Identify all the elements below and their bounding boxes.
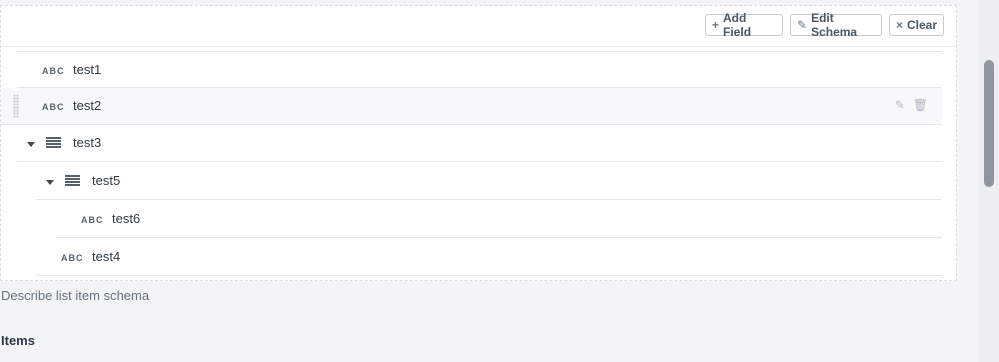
schema-field-row[interactable]: test5 [36,163,942,200]
list-type-icon [46,137,61,149]
field-name: test4 [92,249,121,264]
field-name: test6 [112,211,141,226]
scrollbar-thumb[interactable] [984,60,994,187]
list-type-icon [65,175,80,187]
schema-editor-panel: + Add Field ✎ Edit Schema × Clear ABC te… [0,5,957,281]
row-actions: ✎ 🗑 [895,98,928,112]
pencil-icon: ✎ [797,18,808,32]
collapse-caret-icon[interactable] [27,142,35,147]
field-name: test5 [92,173,121,188]
close-icon: × [895,18,903,32]
text-type-icon: ABC [42,102,65,112]
schema-description: Describe list item schema [1,288,150,303]
clear-button[interactable]: × Clear [889,14,944,36]
items-heading: Items [1,333,35,348]
field-name: test2 [73,98,102,113]
schema-toolbar: + Add Field ✎ Edit Schema × Clear [1,6,956,47]
text-type-icon: ABC [61,253,84,263]
add-field-button[interactable]: + Add Field [705,11,783,39]
field-name: test1 [73,62,102,77]
clear-label: Clear [907,18,938,32]
schema-field-row[interactable]: test3 [17,125,942,162]
schema-field-row[interactable]: ABC test1 [17,51,942,88]
edit-schema-button[interactable]: ✎ Edit Schema [790,11,882,39]
edit-schema-label: Edit Schema [811,11,858,39]
text-type-icon: ABC [42,66,65,76]
collapse-caret-icon[interactable] [46,180,54,185]
delete-field-icon[interactable]: 🗑 [913,98,928,112]
schema-field-row[interactable]: ABC test6 [56,201,942,238]
drag-handle-icon[interactable] [13,94,19,118]
edit-field-icon[interactable]: ✎ [895,98,905,112]
schema-field-row[interactable]: ABC test4 [36,239,942,276]
text-type-icon: ABC [81,215,104,225]
schema-field-row[interactable]: ABC test2 ✎ 🗑 [1,88,942,125]
add-field-label: Add Field [723,11,752,39]
plus-icon: + [712,18,720,32]
scrollbar[interactable] [979,0,999,362]
field-name: test3 [73,135,102,150]
